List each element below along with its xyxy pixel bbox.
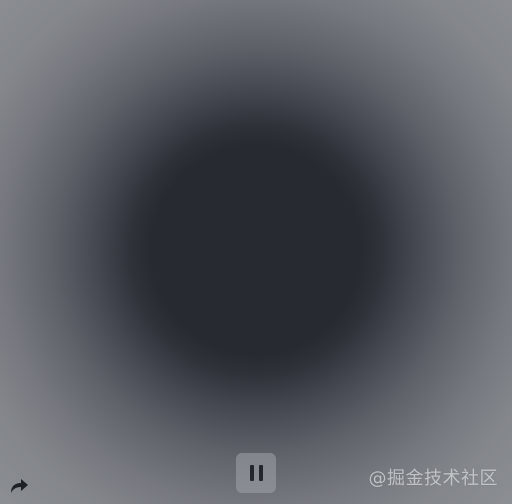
share-arrow-icon (11, 479, 28, 493)
animation-canvas (0, 0, 512, 504)
pause-bar-left (249, 465, 254, 481)
share-button[interactable] (8, 474, 30, 496)
watermark: @掘金技术社区 (368, 468, 498, 489)
pause-button[interactable] (236, 453, 276, 493)
pause-bar-right (258, 465, 263, 481)
pause-icon (249, 465, 263, 481)
